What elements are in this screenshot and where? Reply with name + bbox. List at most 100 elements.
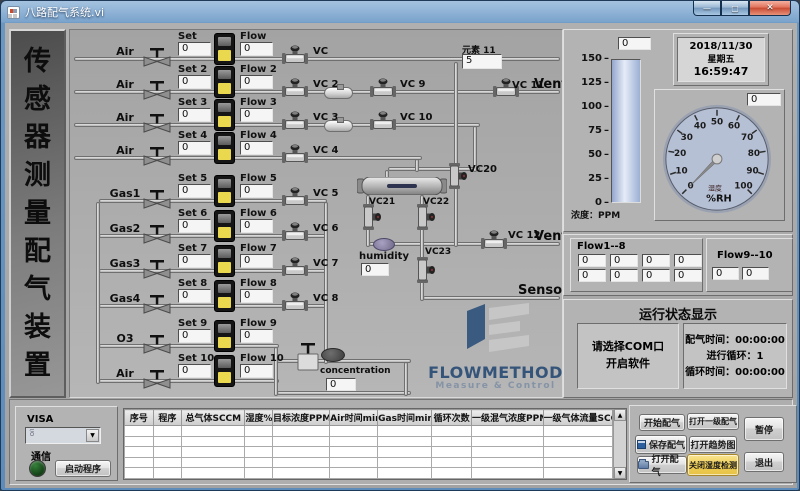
table-cell[interactable] <box>273 426 330 437</box>
table-cell[interactable] <box>472 468 543 479</box>
table-row <box>125 468 613 479</box>
table-cell[interactable] <box>432 436 472 447</box>
set-input[interactable]: 0 <box>178 289 211 303</box>
element11-input[interactable]: 5 <box>462 54 502 69</box>
table-cell[interactable] <box>378 468 432 479</box>
concentration-readout: 0 <box>618 37 651 50</box>
table-cell[interactable] <box>432 447 472 458</box>
set-input[interactable]: 0 <box>178 329 211 343</box>
table-header-cell: Gas时间min <box>378 410 432 426</box>
table-cell[interactable] <box>273 457 330 468</box>
set-input[interactable]: 0 <box>178 42 211 56</box>
table-cell[interactable] <box>153 457 182 468</box>
table-cell[interactable] <box>182 436 245 447</box>
table-cell[interactable] <box>472 447 543 458</box>
logo-name: FLOWMETHOD <box>418 363 563 382</box>
table-cell[interactable] <box>273 436 330 447</box>
table-cell[interactable] <box>472 457 543 468</box>
banner-char: 置 <box>24 347 51 385</box>
table-cell[interactable] <box>378 457 432 468</box>
table-cell[interactable] <box>245 468 273 479</box>
set-input[interactable]: 0 <box>178 219 211 233</box>
minimize-button[interactable]: — <box>693 1 721 16</box>
combo-dropdown-arrow[interactable]: ▼ <box>86 429 99 442</box>
exit-button[interactable]: 退出 <box>744 452 784 472</box>
program-table-container: 序号程序总气体SCCM湿度%目标浓度PPMAir时间minGas时间min循环次… <box>123 408 627 480</box>
table-cell[interactable] <box>472 426 543 437</box>
table-cell[interactable] <box>153 436 182 447</box>
set-input[interactable]: 0 <box>178 141 211 155</box>
table-cell[interactable] <box>182 447 245 458</box>
run-status-title: 运行状态显示 <box>563 304 793 323</box>
table-scrollbar[interactable]: ▲ ▼ <box>613 409 626 479</box>
flow-indicator: 0 <box>240 42 273 56</box>
solenoid-valve-icon <box>369 111 397 131</box>
scroll-up-icon[interactable]: ▲ <box>614 409 626 421</box>
set-input[interactable]: 0 <box>178 254 211 268</box>
start-gas-button[interactable]: 开始配气 <box>639 414 685 431</box>
close-humidity-detect-button[interactable]: 关闭湿度检测 <box>687 454 739 476</box>
flowmethod-logo <box>457 303 542 361</box>
set-input[interactable]: 0 <box>178 108 211 122</box>
set-input[interactable]: 0 <box>178 184 211 198</box>
table-cell[interactable] <box>543 447 613 458</box>
table-cell[interactable] <box>125 426 154 437</box>
flow-indicator: 0 <box>240 75 273 89</box>
table-cell[interactable] <box>125 436 154 447</box>
table-cell[interactable] <box>432 457 472 468</box>
app-icon <box>7 6 20 19</box>
flow9-10-group <box>706 238 793 292</box>
start-program-button[interactable]: 启动程序 <box>55 460 111 477</box>
pause-button[interactable]: 暂停 <box>744 417 784 441</box>
svg-text:30: 30 <box>681 133 693 143</box>
table-cell[interactable] <box>273 447 330 458</box>
flow-label: Flow 7 <box>240 243 277 254</box>
close-button[interactable]: ✕ <box>749 1 791 16</box>
table-cell[interactable] <box>378 426 432 437</box>
vc2-label: VC 9 <box>400 79 426 90</box>
table-cell[interactable] <box>432 468 472 479</box>
flow-readout: 0 <box>642 254 670 267</box>
solenoid-valve-icon <box>360 203 382 231</box>
svg-text:60: 60 <box>728 122 740 132</box>
vc20-label: VC20 <box>468 164 497 175</box>
set-input[interactable]: 0 <box>178 364 211 378</box>
table-cell[interactable] <box>153 468 182 479</box>
table-cell[interactable] <box>182 426 245 437</box>
table-cell[interactable] <box>330 426 378 437</box>
table-cell[interactable] <box>543 457 613 468</box>
visa-resource-combo[interactable]: I/O ▼ <box>25 427 101 444</box>
titlebar[interactable]: 八路配气系统.vi <box>1 1 799 23</box>
table-cell[interactable] <box>330 468 378 479</box>
scroll-down-icon[interactable]: ▼ <box>614 467 626 479</box>
table-cell[interactable] <box>543 436 613 447</box>
open-trend-button[interactable]: 打开趋势图 <box>689 436 737 453</box>
table-cell[interactable] <box>245 457 273 468</box>
meter-tick: 100 <box>569 102 609 112</box>
table-cell[interactable] <box>182 468 245 479</box>
table-cell[interactable] <box>153 447 182 458</box>
open-gas-button[interactable]: 打开配气 <box>637 456 687 474</box>
table-cell[interactable] <box>153 426 182 437</box>
folder-icon <box>638 461 649 469</box>
table-cell[interactable] <box>330 447 378 458</box>
table-cell[interactable] <box>330 457 378 468</box>
table-cell[interactable] <box>245 447 273 458</box>
table-cell[interactable] <box>245 436 273 447</box>
table-cell[interactable] <box>125 447 154 458</box>
set-input[interactable]: 0 <box>178 75 211 89</box>
table-cell[interactable] <box>125 468 154 479</box>
open-primary-gas-button[interactable]: 打开一级配气 <box>687 413 739 430</box>
table-cell[interactable] <box>245 426 273 437</box>
maximize-button[interactable]: ▢ <box>721 1 749 16</box>
table-cell[interactable] <box>125 457 154 468</box>
table-cell[interactable] <box>378 447 432 458</box>
table-cell[interactable] <box>378 436 432 447</box>
table-cell[interactable] <box>472 436 543 447</box>
table-cell[interactable] <box>543 426 613 437</box>
table-cell[interactable] <box>432 426 472 437</box>
table-cell[interactable] <box>543 468 613 479</box>
table-cell[interactable] <box>182 457 245 468</box>
table-cell[interactable] <box>273 468 330 479</box>
table-cell[interactable] <box>330 436 378 447</box>
